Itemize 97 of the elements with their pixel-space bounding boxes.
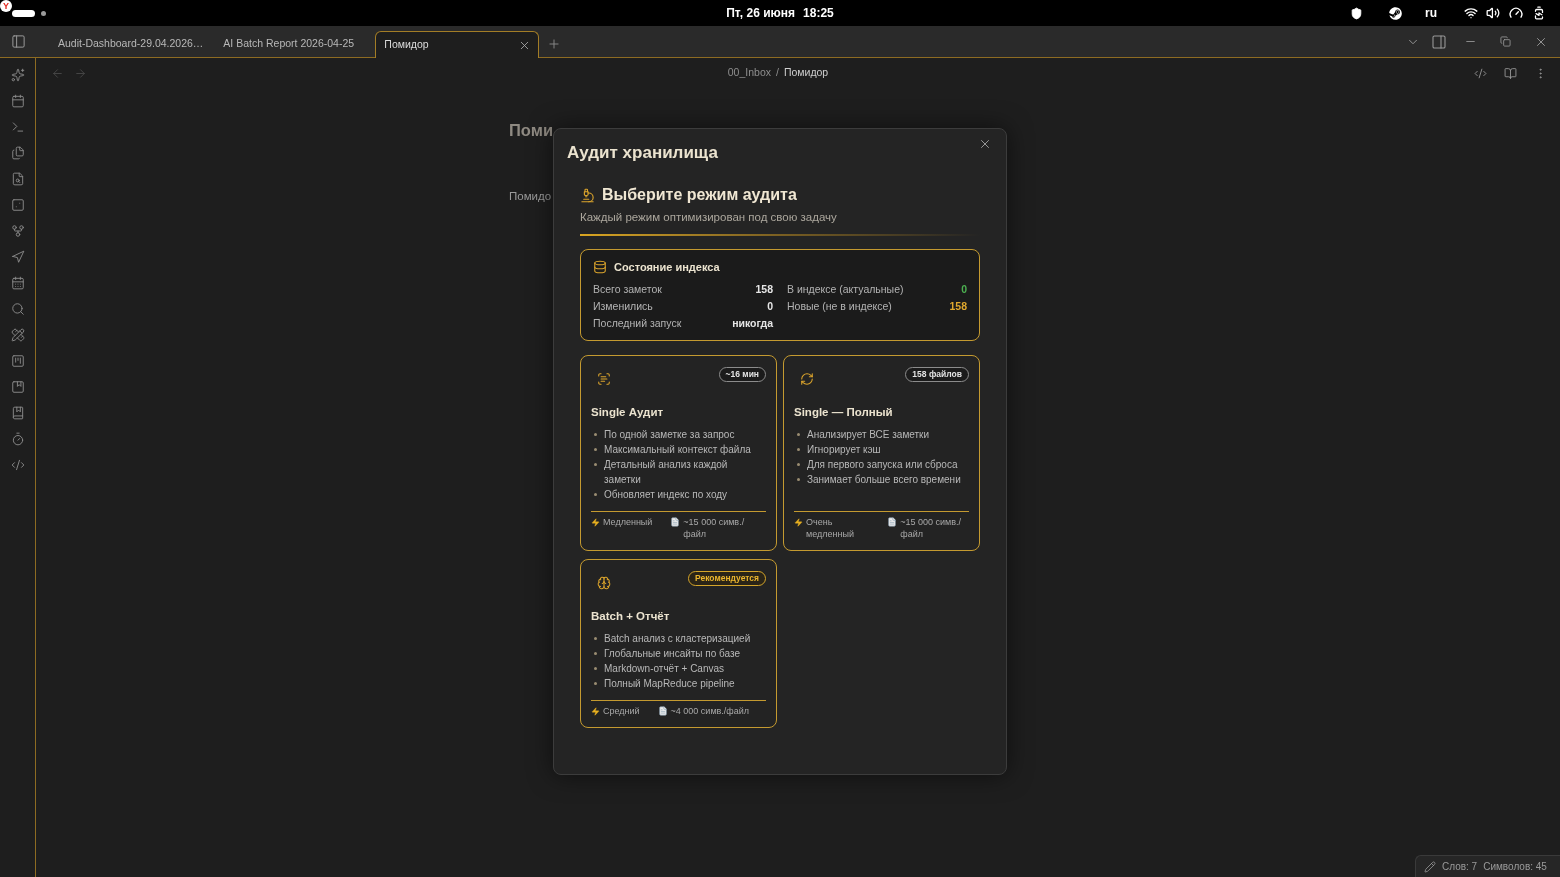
breadcrumb-note[interactable]: Помидор <box>783 65 829 81</box>
index-status-title: Состояние индекса <box>614 259 720 275</box>
feature-text: Глобальные инсайты по базе <box>604 647 741 661</box>
mode-title: Single — Полный <box>794 405 894 420</box>
battery-icon[interactable] <box>1532 6 1546 20</box>
terminal-icon[interactable] <box>10 120 25 134</box>
mode-tag: ~16 мин <box>718 367 766 382</box>
breadcrumb-separator: / <box>776 65 779 81</box>
feature-text: По одной заметке за запрос <box>604 428 735 442</box>
feature-text: Для первого запуска или сброса <box>807 458 958 472</box>
feature-text: Markdown-отчёт + Canvas <box>604 662 725 676</box>
kanban-icon[interactable] <box>10 354 25 368</box>
files-icon[interactable] <box>10 146 25 160</box>
reading-view-icon[interactable] <box>1503 66 1517 80</box>
fork-icon[interactable] <box>10 224 25 238</box>
brain-icon <box>597 576 611 590</box>
stat-label: Последний запуск <box>593 315 682 331</box>
microscope-icon <box>580 187 595 203</box>
feature-text: Полный MapReduce pipeline <box>604 677 735 691</box>
mode-title: Batch + Отчёт <box>591 609 671 624</box>
size-text: ~15 000 симв./файл <box>900 516 963 540</box>
mode-title: Single Аудит <box>591 405 665 420</box>
calendar-days-icon[interactable] <box>10 276 25 290</box>
lightning-icon <box>794 517 803 527</box>
note-title: Поми <box>509 120 554 141</box>
close-icon[interactable] <box>978 137 992 151</box>
tab[interactable]: Помидор <box>375 31 540 58</box>
bookmark-book-icon[interactable] <box>10 406 25 420</box>
feature-text: Максимальный контекст файла <box>604 443 751 457</box>
app-logo[interactable]: Y <box>0 0 12 12</box>
calendar-icon[interactable] <box>10 94 25 108</box>
mode-card[interactable]: 158 файлов Single — Полный Анализирует ВСЕ заметки Игнорирует кэш Для первого запуска или сброса Занимает больше всего времени Очень медленный ~15 000 симв./файл <box>783 355 980 551</box>
right-sidebar-toggle-icon[interactable] <box>1431 33 1447 50</box>
stat-label: Всего заметок <box>593 281 662 297</box>
stat-value: 158 <box>755 281 773 297</box>
code-icon[interactable] <box>10 458 25 472</box>
speed-text: Очень медленный <box>806 516 855 540</box>
stat-label: В индексе (актуальные) <box>787 281 904 297</box>
size-text: ~4 000 симв./файл <box>670 705 750 717</box>
tab[interactable]: Audit-Dashboard-29.04.2026… <box>48 30 214 57</box>
stat-label: Изменились <box>593 298 653 314</box>
feature-text: Игнорирует кэш <box>807 443 881 457</box>
mode-tag: Рекомендуется <box>687 571 766 586</box>
feature-text: Занимает больше всего времени <box>807 473 961 487</box>
navigation-arrow-icon[interactable] <box>10 250 25 264</box>
dialog-title: Аудит хранилища <box>567 142 718 164</box>
tab[interactable]: AI Batch Report 2026-04-25 <box>213 30 376 57</box>
keyboard-layout[interactable]: ru <box>1425 7 1437 19</box>
timer-icon[interactable] <box>10 432 25 446</box>
dialog-subtitle: Каждый режим оптимизирован под свою задачу <box>580 210 838 224</box>
document-icon <box>887 517 898 527</box>
stat-value: никогда <box>732 315 773 331</box>
lightning-icon <box>591 706 600 716</box>
dice-icon[interactable] <box>10 198 25 212</box>
lightning-icon <box>591 517 600 527</box>
speed-text: Медленный <box>603 516 653 528</box>
search-icon[interactable] <box>10 302 25 316</box>
feature-text: Обновляет индекс по ходу <box>604 488 728 502</box>
character-count: Символов: 45 <box>1483 860 1547 874</box>
sidebar-toggle-icon[interactable] <box>10 34 26 49</box>
document-icon <box>670 517 681 527</box>
stat-value: 0 <box>767 298 773 314</box>
shield-icon[interactable] <box>1350 6 1363 20</box>
date-text[interactable]: Пт, 26 июня <box>726 4 796 22</box>
pencil-ruler-icon[interactable] <box>10 328 25 342</box>
note-body-text: Помидо <box>509 189 552 203</box>
database-icon <box>593 260 607 274</box>
breadcrumb-folder[interactable]: 00_Inbox <box>727 65 771 81</box>
gauge-icon[interactable] <box>1509 6 1523 20</box>
stat-value: 158 <box>949 298 967 314</box>
tab-label[interactable]: Помидор <box>384 37 429 53</box>
restore-icon[interactable] <box>1499 36 1511 47</box>
refresh-icon <box>800 372 814 386</box>
active-workspace-icon[interactable] <box>12 9 35 17</box>
size-text: ~15 000 симв./файл <box>683 516 746 540</box>
mode-card[interactable]: ~16 мин Single Аудит По одной заметке за запрос Максимальный контекст файла Детальный анализ каждой заметки Обновляет индекс по ходу Медленный ~15 000 симв./файл <box>580 355 777 551</box>
sparkles-icon[interactable] <box>10 68 25 82</box>
steam-icon[interactable] <box>1389 6 1402 20</box>
volume-icon[interactable] <box>1486 6 1500 20</box>
stat-value: 0 <box>961 281 967 297</box>
feature-text: Анализирует ВСЕ заметки <box>807 428 930 442</box>
album-icon[interactable] <box>10 380 25 394</box>
word-count: Слов: 7 <box>1442 860 1478 874</box>
scan-text-icon <box>597 372 611 386</box>
stat-label: Новые (не в индексе) <box>787 298 892 314</box>
feature-text: Детальный анализ каждой заметки <box>604 458 729 487</box>
clock-time[interactable]: 18:25 <box>803 4 834 22</box>
wifi-icon[interactable] <box>1464 6 1478 20</box>
feature-text: Batch анализ с кластеризацией <box>604 632 751 646</box>
mode-card[interactable]: Рекомендуется Batch + Отчёт Batch анализ с кластеризацией Глобальные инсайты по базе Markdown-отчёт + Canvas Полный MapReduce pipeline Средний ~4 000 симв./файл <box>580 559 777 728</box>
dialog-heading: Выберите режим аудита <box>602 185 797 205</box>
file-search-icon[interactable] <box>10 172 25 186</box>
code-view-icon[interactable] <box>1473 66 1487 80</box>
document-icon <box>657 706 668 716</box>
pencil-icon[interactable] <box>1424 860 1436 873</box>
mode-tag: 158 файлов <box>905 367 969 382</box>
speed-text: Средний <box>603 705 640 717</box>
